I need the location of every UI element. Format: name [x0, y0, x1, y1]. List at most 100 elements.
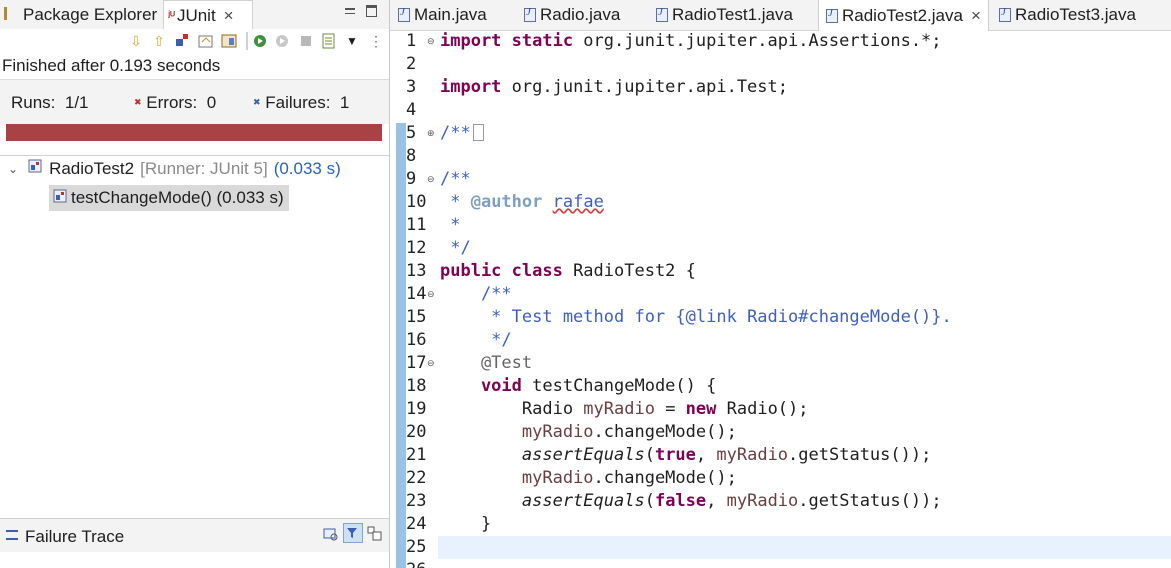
fold-collapse-icon[interactable]: ⊖ — [427, 30, 435, 53]
keyword: public class — [440, 261, 563, 281]
stop-icon[interactable] — [298, 33, 314, 49]
view-menu-icon[interactable]: ⋮ — [368, 33, 384, 49]
code-line: * Test method for {@link Radio#changeMod… — [440, 306, 952, 329]
line-number: 15 — [406, 307, 427, 327]
line-number: 11 — [406, 215, 427, 235]
failure-trace-icon — [6, 530, 18, 540]
keyword: true — [654, 445, 696, 465]
runs-counter: Runs: 1/1 — [11, 93, 89, 113]
quick-diff-ruler — [396, 123, 406, 568]
code-line: * @author rafae — [440, 191, 604, 214]
tab-package-explorer[interactable]: Package Explorer — [4, 0, 157, 29]
show-failures-only-icon[interactable] — [174, 33, 190, 49]
java-file-icon — [524, 6, 536, 22]
code-text: = — [654, 399, 686, 419]
runner-label: [Runner: JUnit 5] — [140, 159, 268, 178]
minimize-icon[interactable] — [345, 8, 355, 14]
runs-value: 1/1 — [64, 93, 89, 112]
folded-block-marker[interactable] — [472, 124, 484, 141]
code-line: public class RadioTest2 { — [440, 260, 696, 283]
tab-label: RadioTest3.java — [1015, 5, 1136, 24]
javadoc-text: Radio#changeMode()}. — [736, 307, 952, 327]
tree-row-root[interactable]: ⌄ RadioTest2 [Runner: JUnit 5] (0.033 s) — [8, 159, 341, 179]
test-run-history-icon[interactable] — [321, 33, 337, 49]
keyword: import static — [440, 31, 574, 51]
keyword: import — [440, 77, 502, 97]
code-line: /** — [440, 283, 512, 306]
tab-label: Main.java — [414, 5, 487, 24]
fold-expand-icon[interactable]: ⊕ — [427, 122, 435, 145]
tab-radiotest2-java[interactable]: RadioTest2.java × — [818, 0, 989, 31]
line-number: 13 — [406, 261, 427, 281]
code-text: ( — [644, 445, 655, 465]
tab-label: RadioTest2.java — [842, 5, 963, 25]
errors-value: 0 — [206, 93, 217, 112]
finished-status: Finished after 0.193 seconds — [2, 56, 221, 75]
javadoc-text — [542, 192, 552, 212]
tab-radiotest1-java[interactable]: RadioTest1.java — [656, 0, 793, 30]
tab-label: RadioTest1.java — [672, 5, 793, 24]
junit-view: Package Explorer ʲᵁ JUnit × ⇩ ⇧ ▼ ⋮ Fini… — [0, 0, 390, 568]
code-line: Radio myRadio = new Radio(); — [440, 398, 809, 421]
tab-radiotest3-java[interactable]: RadioTest3.java — [999, 0, 1136, 30]
code-text: org.junit.jupiter.api.Assertions.*; — [573, 31, 942, 51]
code-line: void testChangeMode() { — [440, 375, 716, 398]
fold-collapse-icon[interactable]: ⊖ — [427, 168, 435, 191]
tab-radio-java[interactable]: Radio.java — [524, 0, 620, 30]
close-icon[interactable]: × — [224, 6, 234, 26]
next-failure-icon[interactable]: ⇩ — [128, 33, 144, 49]
local-variable: myRadio — [726, 491, 799, 511]
rerun-test-icon[interactable] — [252, 33, 268, 49]
line-number: 24 — [406, 514, 427, 534]
chevron-down-icon[interactable]: ▼ — [344, 33, 360, 49]
keyword: new — [685, 399, 717, 419]
test-suite-icon — [28, 159, 43, 179]
close-icon[interactable]: × — [971, 6, 981, 26]
fold-collapse-icon[interactable]: ⊖ — [427, 352, 435, 375]
javadoc-text: * — [440, 192, 471, 212]
tab-junit[interactable]: ʲᵁ JUnit × — [163, 0, 253, 31]
java-editor: Main.java Radio.java RadioTest1.java Rad… — [390, 0, 1171, 568]
code-line: import org.junit.jupiter.api.Test; — [440, 76, 788, 99]
compare-result-icon[interactable] — [323, 526, 339, 547]
fold-collapse-icon[interactable]: ⊖ — [427, 283, 435, 306]
code-line: } — [440, 513, 491, 536]
local-variable: myRadio — [716, 445, 789, 465]
code-text: .changeMode(); — [593, 422, 737, 442]
code-text: Radio — [440, 399, 584, 419]
previous-failure-icon[interactable]: ⇧ — [151, 33, 167, 49]
current-line-highlight — [438, 536, 1171, 559]
code-text: RadioTest2 { — [562, 261, 696, 281]
maximize-icon[interactable] — [366, 5, 377, 17]
test-suite-label: RadioTest2 — [49, 159, 135, 178]
line-number: 23 — [406, 491, 427, 511]
tree-row-test-method[interactable]: testChangeMode() (0.033 s) — [49, 185, 289, 211]
filter-stack-trace-icon[interactable] — [343, 523, 363, 543]
package-explorer-icon — [4, 7, 17, 20]
code-text: testChangeMode() { — [521, 376, 717, 396]
test-method-label: testChangeMode() (0.033 s) — [71, 188, 284, 207]
code-text: , — [695, 445, 717, 465]
junit-icon: ʲᵁ — [168, 10, 175, 22]
javadoc-tag: @author — [470, 192, 543, 212]
javadoc-text: */ — [440, 238, 471, 258]
local-variable: myRadio — [583, 399, 655, 419]
line-number: 19 — [406, 399, 427, 419]
chevron-down-icon[interactable]: ⌄ — [8, 162, 18, 176]
code-text: .changeMode(); — [593, 468, 737, 488]
rerun-failed-first-icon[interactable] — [274, 33, 290, 49]
scroll-lock-icon[interactable] — [198, 33, 214, 49]
line-number: 12 — [406, 238, 427, 258]
tab-main-java[interactable]: Main.java — [398, 0, 487, 30]
editor-tab-bar: Main.java Radio.java RadioTest1.java Rad… — [390, 0, 1171, 31]
failure-trace-panel — [0, 552, 389, 568]
code-line: */ — [440, 237, 471, 260]
view-tab-bar: Package Explorer ʲᵁ JUnit × — [0, 0, 389, 31]
layout-icon[interactable] — [221, 33, 237, 49]
junit-toolbar: ⇩ ⇧ ▼ ⋮ — [0, 29, 389, 54]
failure-trace-header: Failure Trace — [0, 518, 389, 553]
keyword: void — [440, 376, 522, 396]
copy-trace-icon[interactable] — [367, 526, 383, 547]
suite-time: (0.033 s) — [273, 159, 341, 178]
javadoc-text: /** — [440, 284, 512, 304]
